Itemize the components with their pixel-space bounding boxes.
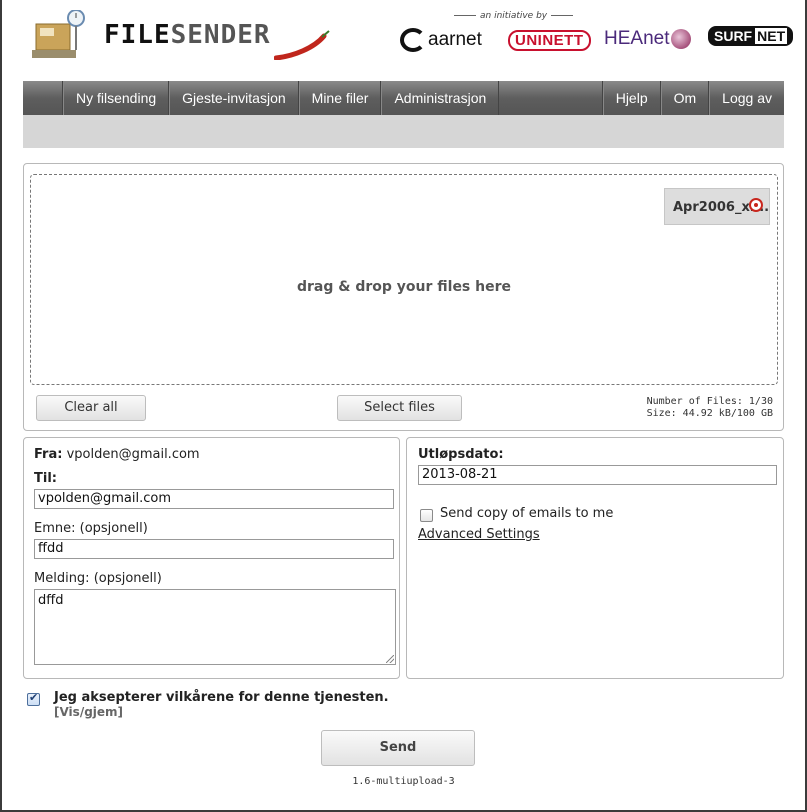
nav-about[interactable]: Om xyxy=(660,81,710,115)
drop-zone[interactable]: drag & drop your files here Apr2006_xl..… xyxy=(30,174,778,385)
heanet-orb-icon xyxy=(671,28,692,49)
page: FILESENDER an initiative by aarnet UNINE… xyxy=(2,0,805,810)
terms-toggle-link[interactable]: [Vis/gjem] xyxy=(54,705,123,719)
header: FILESENDER an initiative by aarnet UNINE… xyxy=(2,0,805,76)
subject-label: Emne: (opsjonell) xyxy=(34,521,148,536)
uninett-text: UNINETT xyxy=(515,32,584,49)
remove-file-icon[interactable] xyxy=(749,198,763,212)
aarnet-text: aarnet xyxy=(428,29,482,51)
main-nav: Ny filsending Gjeste-invitasjon Mine fil… xyxy=(23,81,784,115)
advanced-settings-link[interactable]: Advanced Settings xyxy=(418,527,540,542)
select-files-button[interactable]: Select files xyxy=(337,395,462,421)
to-label-text: Til: xyxy=(34,471,57,486)
nav-administration[interactable]: Administrasjon xyxy=(381,81,500,115)
heanet-logo[interactable]: HEAnet xyxy=(604,28,692,50)
expiry-date-input[interactable]: 2013-08-21 xyxy=(418,465,777,485)
recipient-panel: Fra: vpolden@gmail.com Til: vpolden@gmai… xyxy=(23,437,400,679)
file-stats: Number of Files: 1/30 Size: 44.92 kB/100… xyxy=(647,396,773,420)
logo-wordmark: FILESENDER xyxy=(104,20,271,50)
from-row: Fra: vpolden@gmail.com xyxy=(34,447,200,462)
copy-emails-label: Send copy of emails to me xyxy=(440,506,614,521)
version-label: 1.6-multiupload-3 xyxy=(352,776,455,787)
terms-checkbox[interactable] xyxy=(27,691,40,706)
uninett-logo[interactable]: UNINETT xyxy=(508,30,591,51)
from-value: vpolden@gmail.com xyxy=(66,447,200,462)
nav-guest-invite[interactable]: Gjeste-invitasjon xyxy=(169,81,299,115)
number-of-files: Number of Files: 1/30 xyxy=(646,396,773,407)
options-panel: Utløpsdato: 2013-08-21 Send copy of emai… xyxy=(406,437,784,679)
copy-emails-checkbox[interactable] xyxy=(420,509,433,522)
chili-icon xyxy=(274,30,330,60)
nav-my-files[interactable]: Mine filer xyxy=(298,81,382,115)
nav-new-upload[interactable]: Ny filsending xyxy=(63,81,170,115)
nav-spacer xyxy=(23,81,63,115)
heanet-text: HEAnet xyxy=(604,28,670,49)
expiry-label-text: Utløpsdato: xyxy=(418,447,504,462)
nav-logout[interactable]: Logg av xyxy=(709,81,784,115)
upload-size: Size: 44.92 kB/100 GB xyxy=(646,408,773,419)
to-input[interactable]: vpolden@gmail.com xyxy=(34,489,394,509)
send-button[interactable]: Send xyxy=(321,730,475,766)
drop-label: drag & drop your files here xyxy=(296,279,512,295)
sub-bar xyxy=(23,115,784,148)
aarnet-mark-icon xyxy=(400,28,426,52)
logo-icon xyxy=(32,9,85,60)
aarnet-logo[interactable]: aarnet xyxy=(400,28,482,52)
surf-net-text: NET xyxy=(755,28,788,44)
logo-file: FILE xyxy=(104,20,171,50)
message-label: Melding: (opsjonell) xyxy=(34,571,162,586)
upload-panel: drag & drop your files here Apr2006_xl..… xyxy=(23,163,784,431)
resize-grip-icon[interactable] xyxy=(386,655,394,663)
subject-input[interactable]: ffdd xyxy=(34,539,394,559)
terms-label: Jeg aksepterer vilkårene for denne tjene… xyxy=(54,690,389,705)
message-value: dffd xyxy=(38,593,64,608)
from-label: Fra: xyxy=(34,447,63,462)
logo-sender: SENDER xyxy=(170,20,271,50)
to-label: Til: xyxy=(34,471,57,486)
nav-fill xyxy=(499,81,603,115)
file-chip[interactable]: Apr2006_xl... xyxy=(664,188,770,225)
clear-all-button[interactable]: Clear all xyxy=(36,395,146,421)
message-textarea[interactable]: dffd xyxy=(34,589,396,665)
surf-text: SURF xyxy=(714,28,753,44)
initiative-label: an initiative by xyxy=(450,11,577,21)
surfnet-logo[interactable]: SURF NET xyxy=(708,26,794,46)
expiry-label: Utløpsdato: xyxy=(418,447,504,462)
nav-help[interactable]: Hjelp xyxy=(602,81,661,115)
